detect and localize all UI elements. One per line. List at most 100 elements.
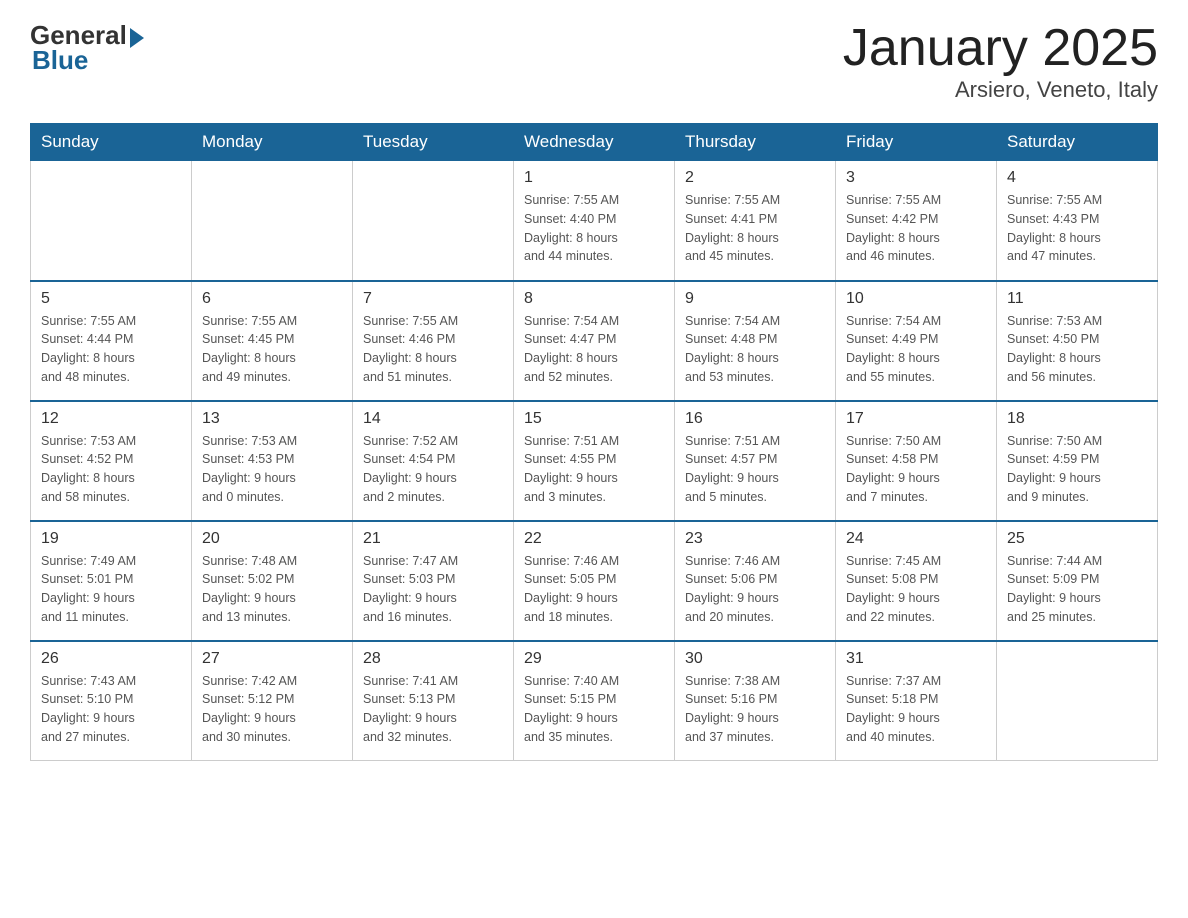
calendar-cell: 5 Sunrise: 7:55 AM Sunset: 4:44 PM Daylig… [31, 281, 192, 401]
title-section: January 2025 Arsiero, Veneto, Italy [843, 20, 1158, 103]
page-header: General Blue January 2025 Arsiero, Venet… [30, 20, 1158, 103]
day-number: 2 [685, 169, 825, 187]
calendar-cell [353, 161, 514, 281]
calendar-cell: 3 Sunrise: 7:55 AM Sunset: 4:42 PM Daylig… [836, 161, 997, 281]
calendar-cell [192, 161, 353, 281]
day-number: 3 [846, 169, 986, 187]
day-info: Sunrise: 7:55 AM Sunset: 4:44 PM Dayligh… [41, 312, 181, 387]
calendar-cell: 31 Sunrise: 7:37 AM Sunset: 5:18 PM Dayli… [836, 641, 997, 761]
day-info: Sunrise: 7:55 AM Sunset: 4:45 PM Dayligh… [202, 312, 342, 387]
day-info: Sunrise: 7:37 AM Sunset: 5:18 PM Dayligh… [846, 672, 986, 747]
calendar-cell [31, 161, 192, 281]
day-info: Sunrise: 7:55 AM Sunset: 4:43 PM Dayligh… [1007, 191, 1147, 266]
calendar-cell: 9 Sunrise: 7:54 AM Sunset: 4:48 PM Daylig… [675, 281, 836, 401]
calendar-cell [997, 641, 1158, 761]
day-info: Sunrise: 7:50 AM Sunset: 4:59 PM Dayligh… [1007, 432, 1147, 507]
day-number: 29 [524, 650, 664, 668]
day-info: Sunrise: 7:47 AM Sunset: 5:03 PM Dayligh… [363, 552, 503, 627]
column-header-friday: Friday [836, 124, 997, 161]
day-info: Sunrise: 7:55 AM Sunset: 4:46 PM Dayligh… [363, 312, 503, 387]
column-header-thursday: Thursday [675, 124, 836, 161]
day-info: Sunrise: 7:54 AM Sunset: 4:47 PM Dayligh… [524, 312, 664, 387]
calendar-header-row: SundayMondayTuesdayWednesdayThursdayFrid… [31, 124, 1158, 161]
calendar-cell: 16 Sunrise: 7:51 AM Sunset: 4:57 PM Dayli… [675, 401, 836, 521]
day-number: 27 [202, 650, 342, 668]
day-info: Sunrise: 7:41 AM Sunset: 5:13 PM Dayligh… [363, 672, 503, 747]
calendar-cell: 4 Sunrise: 7:55 AM Sunset: 4:43 PM Daylig… [997, 161, 1158, 281]
day-info: Sunrise: 7:55 AM Sunset: 4:42 PM Dayligh… [846, 191, 986, 266]
day-info: Sunrise: 7:38 AM Sunset: 5:16 PM Dayligh… [685, 672, 825, 747]
day-info: Sunrise: 7:44 AM Sunset: 5:09 PM Dayligh… [1007, 552, 1147, 627]
column-header-sunday: Sunday [31, 124, 192, 161]
day-number: 13 [202, 410, 342, 428]
calendar-cell: 18 Sunrise: 7:50 AM Sunset: 4:59 PM Dayli… [997, 401, 1158, 521]
day-number: 1 [524, 169, 664, 187]
day-info: Sunrise: 7:40 AM Sunset: 5:15 PM Dayligh… [524, 672, 664, 747]
day-number: 8 [524, 290, 664, 308]
calendar-cell: 26 Sunrise: 7:43 AM Sunset: 5:10 PM Dayli… [31, 641, 192, 761]
day-number: 19 [41, 530, 181, 548]
day-info: Sunrise: 7:51 AM Sunset: 4:55 PM Dayligh… [524, 432, 664, 507]
day-number: 25 [1007, 530, 1147, 548]
calendar-cell: 23 Sunrise: 7:46 AM Sunset: 5:06 PM Dayli… [675, 521, 836, 641]
calendar-cell: 17Sunrise: 7:50 AM Sunset: 4:58 PM Dayli… [836, 401, 997, 521]
day-number: 31 [846, 650, 986, 668]
day-number: 26 [41, 650, 181, 668]
calendar-cell: 14Sunrise: 7:52 AM Sunset: 4:54 PM Dayli… [353, 401, 514, 521]
calendar-week-row: 12Sunrise: 7:53 AM Sunset: 4:52 PM Dayli… [31, 401, 1158, 521]
location-text: Arsiero, Veneto, Italy [843, 77, 1158, 103]
day-number: 28 [363, 650, 503, 668]
column-header-wednesday: Wednesday [514, 124, 675, 161]
day-info: Sunrise: 7:48 AM Sunset: 5:02 PM Dayligh… [202, 552, 342, 627]
day-info: Sunrise: 7:43 AM Sunset: 5:10 PM Dayligh… [41, 672, 181, 747]
day-info: Sunrise: 7:55 AM Sunset: 4:41 PM Dayligh… [685, 191, 825, 266]
calendar-cell: 6 Sunrise: 7:55 AM Sunset: 4:45 PM Daylig… [192, 281, 353, 401]
day-info: Sunrise: 7:51 AM Sunset: 4:57 PM Dayligh… [685, 432, 825, 507]
day-number: 20 [202, 530, 342, 548]
day-number: 22 [524, 530, 664, 548]
calendar-cell: 11Sunrise: 7:53 AM Sunset: 4:50 PM Dayli… [997, 281, 1158, 401]
calendar-cell: 30 Sunrise: 7:38 AM Sunset: 5:16 PM Dayli… [675, 641, 836, 761]
day-number: 4 [1007, 169, 1147, 187]
day-number: 9 [685, 290, 825, 308]
calendar-week-row: 5 Sunrise: 7:55 AM Sunset: 4:44 PM Daylig… [31, 281, 1158, 401]
day-info: Sunrise: 7:42 AM Sunset: 5:12 PM Dayligh… [202, 672, 342, 747]
calendar-week-row: 1 Sunrise: 7:55 AM Sunset: 4:40 PM Daylig… [31, 161, 1158, 281]
calendar-cell: 21Sunrise: 7:47 AM Sunset: 5:03 PM Dayli… [353, 521, 514, 641]
calendar-cell: 13 Sunrise: 7:53 AM Sunset: 4:53 PM Dayli… [192, 401, 353, 521]
logo-blue-text: Blue [32, 45, 88, 76]
day-number: 18 [1007, 410, 1147, 428]
logo-arrow-icon [130, 28, 144, 48]
day-info: Sunrise: 7:46 AM Sunset: 5:05 PM Dayligh… [524, 552, 664, 627]
calendar-cell: 29 Sunrise: 7:40 AM Sunset: 5:15 PM Dayli… [514, 641, 675, 761]
calendar-cell: 10 Sunrise: 7:54 AM Sunset: 4:49 PM Dayli… [836, 281, 997, 401]
day-number: 14 [363, 410, 503, 428]
day-number: 10 [846, 290, 986, 308]
calendar-cell: 1 Sunrise: 7:55 AM Sunset: 4:40 PM Daylig… [514, 161, 675, 281]
calendar-cell: 22 Sunrise: 7:46 AM Sunset: 5:05 PM Dayli… [514, 521, 675, 641]
day-number: 16 [685, 410, 825, 428]
day-number: 12 [41, 410, 181, 428]
day-number: 17 [846, 410, 986, 428]
day-info: Sunrise: 7:54 AM Sunset: 4:49 PM Dayligh… [846, 312, 986, 387]
column-header-saturday: Saturday [997, 124, 1158, 161]
calendar-cell: 25 Sunrise: 7:44 AM Sunset: 5:09 PM Dayli… [997, 521, 1158, 641]
day-info: Sunrise: 7:49 AM Sunset: 5:01 PM Dayligh… [41, 552, 181, 627]
day-number: 23 [685, 530, 825, 548]
calendar-cell: 2 Sunrise: 7:55 AM Sunset: 4:41 PM Daylig… [675, 161, 836, 281]
day-number: 24 [846, 530, 986, 548]
day-number: 30 [685, 650, 825, 668]
day-info: Sunrise: 7:46 AM Sunset: 5:06 PM Dayligh… [685, 552, 825, 627]
logo: General Blue [30, 20, 144, 76]
day-info: Sunrise: 7:54 AM Sunset: 4:48 PM Dayligh… [685, 312, 825, 387]
calendar-table: SundayMondayTuesdayWednesdayThursdayFrid… [30, 123, 1158, 761]
column-header-tuesday: Tuesday [353, 124, 514, 161]
day-info: Sunrise: 7:55 AM Sunset: 4:40 PM Dayligh… [524, 191, 664, 266]
day-info: Sunrise: 7:53 AM Sunset: 4:53 PM Dayligh… [202, 432, 342, 507]
day-number: 7 [363, 290, 503, 308]
day-info: Sunrise: 7:53 AM Sunset: 4:50 PM Dayligh… [1007, 312, 1147, 387]
day-info: Sunrise: 7:45 AM Sunset: 5:08 PM Dayligh… [846, 552, 986, 627]
day-number: 6 [202, 290, 342, 308]
day-number: 5 [41, 290, 181, 308]
calendar-cell: 15Sunrise: 7:51 AM Sunset: 4:55 PM Dayli… [514, 401, 675, 521]
